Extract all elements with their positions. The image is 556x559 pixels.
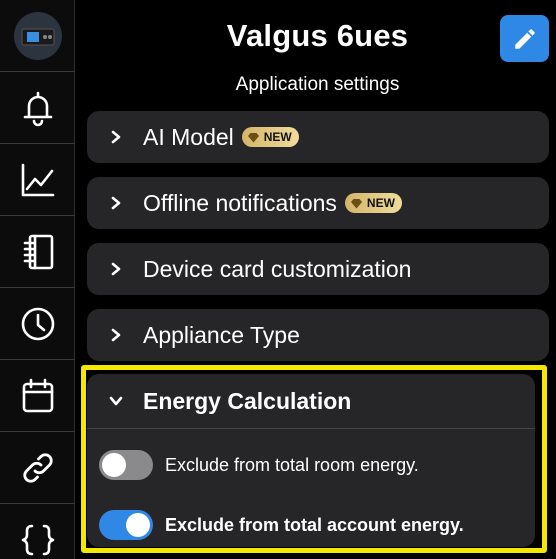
sidebar-item-logbook[interactable] [0,216,75,288]
new-badge: NEW [241,127,299,147]
chevron-right-icon [111,328,121,342]
code-braces-icon [21,524,54,556]
account-energy-toggle-row: Exclude from total account energy. [99,510,464,540]
edit-button[interactable] [500,15,549,62]
chevron-down-icon [109,396,123,406]
new-badge: NEW [344,193,402,213]
sidebar-item-statistics[interactable] [0,144,75,216]
section-energy-calculation: Energy Calculation Exclude from total ro… [87,374,535,547]
exclude-account-energy-toggle[interactable] [99,510,153,540]
section-label: Appliance Type [143,321,300,348]
notebook-icon [23,234,53,269]
bell-icon [23,91,52,126]
device-thumbnail-icon [13,11,62,60]
section-ai-model[interactable]: AI Model NEW [87,111,549,163]
section-appliance-type[interactable]: Appliance Type [87,309,549,361]
chevron-right-icon [111,196,121,210]
page-subtitle: Application settings [235,74,400,95]
calendar-icon [22,378,53,412]
section-label: Device card customization [143,255,412,282]
pencil-icon [514,28,535,49]
clock-icon [21,307,54,340]
exclude-room-energy-toggle[interactable] [99,450,153,480]
section-label: Energy Calculation [143,387,352,414]
section-header[interactable]: Energy Calculation [87,374,535,429]
sidebar-item-schedule[interactable] [0,360,75,432]
section-label: Offline notifications [143,189,337,216]
chevron-right-icon [111,262,121,276]
sidebar-item-notifications[interactable] [0,72,75,144]
gem-icon [247,132,259,142]
link-icon [22,452,53,483]
line-chart-icon [21,163,54,196]
section-label: AI Model [143,123,234,150]
sidebar-rail [0,0,75,559]
section-offline-notifications[interactable]: Offline notifications NEW [87,177,549,229]
chevron-right-icon [111,130,121,144]
sidebar-item-developer[interactable] [0,504,75,559]
toggle-label: Exclude from total room energy. [165,454,419,475]
page-title: Valgus 6ues [226,18,409,53]
sidebar-item-linked[interactable] [0,432,75,504]
sidebar-item-history[interactable] [0,288,75,360]
section-device-card-customization[interactable]: Device card customization [87,243,549,295]
sidebar-item-device[interactable] [0,0,75,72]
room-energy-toggle-row: Exclude from total room energy. [99,450,419,480]
gem-icon [350,198,362,208]
toggle-label: Exclude from total account energy. [165,514,464,535]
